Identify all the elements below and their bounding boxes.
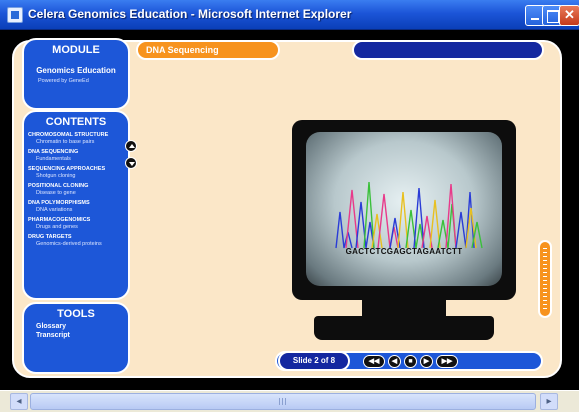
contents-item-title: CHROMOSOMAL STRUCTURE [28,132,109,138]
ie-icon [7,7,23,23]
contents-item-title: DNA POLYMORPHISMS [28,200,90,206]
contents-panel: CONTENTS CHROMOSOMAL STRUCTURE Chromatin… [22,110,137,300]
contents-item-subtitle: Fundamentals [36,156,71,162]
contents-scroll-up-icon[interactable] [125,140,137,152]
next-icon[interactable]: ▶ [420,355,433,368]
header-bar [352,40,544,60]
previous-icon[interactable]: ◀ [388,355,401,368]
window-title: Celera Genomics Education - Microsoft In… [28,7,352,21]
contents-item[interactable]: CHROMOSOMAL STRUCTURE Chromatin to base … [28,132,128,146]
contents-item[interactable]: DNA SEQUENCING Fundamentals [28,149,128,163]
dna-sequence-readout: GACTCTCGAGCTAGAATCTT [345,247,463,256]
monitor-body: GACTCTCGAGCTAGAATCTT [292,120,516,300]
module-panel: MODULE Genomics Education Powered by Gen… [22,38,130,110]
contents-list: CHROMOSOMAL STRUCTURE Chromatin to base … [24,132,128,248]
browser-window: Celera Genomics Education - Microsoft In… [0,0,579,412]
tools-item-transcript[interactable]: Transcript [36,332,128,339]
contents-item-title: DNA SEQUENCING [28,149,79,155]
monitor-base [314,316,494,340]
contents-item[interactable]: POSITIONAL CLONING Disease to gene [28,183,128,197]
scroll-right-icon[interactable]: ▸ [540,393,558,410]
side-drawer-handle[interactable] [538,240,552,318]
rewind-icon[interactable]: ◀◀ [363,355,385,368]
tools-list: Glossary Transcript [24,323,128,339]
contents-item[interactable]: DRUG TARGETS Genomics-derived proteins [28,234,128,248]
contents-heading: CONTENTS [45,116,107,128]
contents-item[interactable]: PHARMACOGENOMICS Drugs and genes [28,217,128,231]
horizontal-scrollbar[interactable]: ◂ ▸ [0,390,579,412]
contents-item-subtitle: Shotgun cloning [36,173,76,179]
contents-item-title: SEQUENCING APPROACHES [28,166,106,172]
contents-scroll-down-icon[interactable] [125,157,137,169]
contents-item-subtitle: Drugs and genes [36,224,78,230]
chromatogram-graphic [335,181,483,249]
monitor-illustration: GACTCTCGAGCTAGAATCTT [292,120,522,344]
contents-item[interactable]: DNA POLYMORPHISMS DNA variations [28,200,128,214]
tools-panel: TOOLS Glossary Transcript [22,302,130,374]
contents-item-subtitle: Disease to gene [36,190,76,196]
page-content: MODULE Genomics Education Powered by Gen… [0,30,579,390]
tools-item-glossary[interactable]: Glossary [36,323,128,330]
stop-icon[interactable]: ■ [404,355,417,368]
scrollbar-thumb[interactable] [30,393,536,410]
contents-item-title: POSITIONAL CLONING [28,183,89,189]
contents-item-subtitle: DNA variations [36,207,73,213]
contents-item[interactable]: SEQUENCING APPROACHES Shotgun cloning [28,166,128,180]
powered-by: Powered by GeneEd [38,78,89,84]
slide-counter: Slide 2 of 8 [278,351,350,371]
contents-item-title: PHARMACOGENOMICS [28,217,91,223]
contents-item-subtitle: Chromatin to base pairs [36,139,95,145]
close-button[interactable]: ✕ [559,5,579,26]
module-name: Genomics Education [36,66,116,75]
module-heading: MODULE [52,44,100,56]
monitor-neck [362,300,446,316]
title-bar[interactable]: Celera Genomics Education - Microsoft In… [0,0,579,30]
fast-forward-icon[interactable]: ▶▶ [436,355,458,368]
contents-item-title: DRUG TARGETS [28,234,72,240]
tools-heading: TOOLS [57,308,95,320]
lesson-title: DNA Sequencing [136,40,280,60]
scroll-left-icon[interactable]: ◂ [10,393,28,410]
monitor-screen: GACTCTCGAGCTAGAATCTT [306,132,502,286]
contents-item-subtitle: Genomics-derived proteins [36,241,102,247]
